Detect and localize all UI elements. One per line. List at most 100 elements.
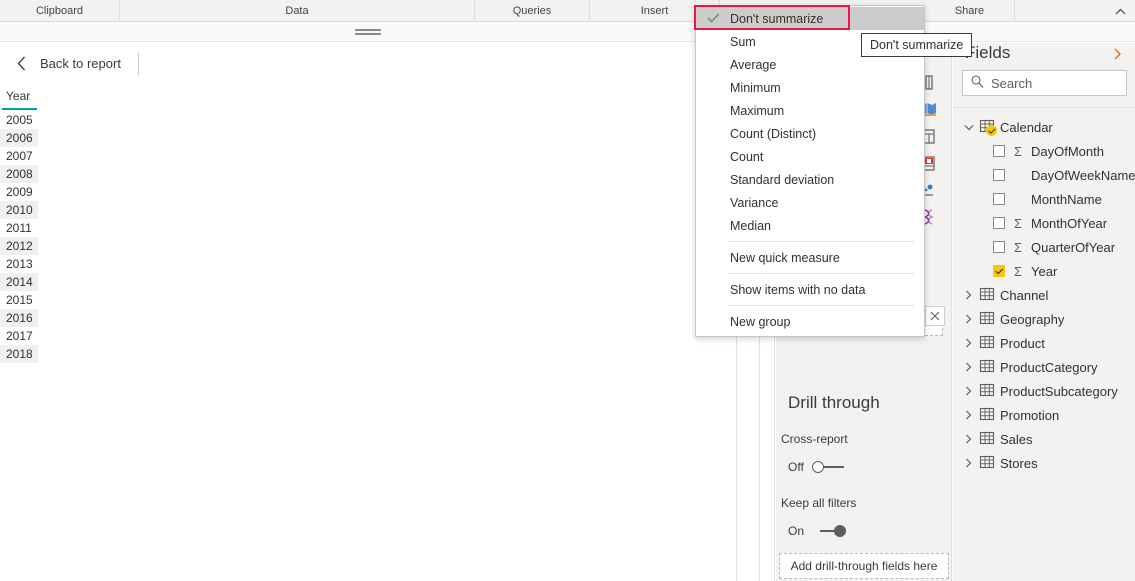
field-checkbox[interactable] <box>993 145 1005 157</box>
grid-cell-year: 2010 <box>6 201 39 219</box>
fields-table-productcategory[interactable]: ProductCategory <box>953 355 1135 379</box>
search-input[interactable]: Search <box>962 70 1127 96</box>
menu-item-maximum[interactable]: Maximum <box>696 99 924 122</box>
ribbon-group-share[interactable]: Share <box>925 0 1015 22</box>
fields-field-dayofweekname[interactable]: ΣDayOfWeekName <box>953 163 1135 187</box>
fields-table-sales[interactable]: Sales <box>953 427 1135 451</box>
chevron-up-icon[interactable] <box>1111 2 1129 20</box>
menu-item-new-group[interactable]: New group <box>696 310 924 333</box>
table-row[interactable]: 2006 <box>0 129 38 147</box>
field-checkbox[interactable] <box>993 241 1005 253</box>
toggle-switch-off[interactable] <box>812 460 846 474</box>
fields-table-calendar[interactable]: Calendar <box>953 115 1135 139</box>
menu-item-label: Sum <box>730 35 756 49</box>
ribbon-group-list: ClipboardDataQueriesInsertShare <box>0 0 1135 21</box>
ribbon-group-data[interactable]: Data <box>120 0 475 22</box>
chevron-right-icon[interactable] <box>963 314 974 325</box>
add-drill-through-fields-dropzone[interactable]: Add drill-through fields here <box>779 553 949 579</box>
table-row[interactable]: 2014 <box>0 273 38 291</box>
table-row[interactable]: 2005 <box>0 111 737 129</box>
fields-table-label: Stores <box>1000 456 1038 471</box>
chevron-right-icon[interactable] <box>963 290 974 301</box>
keep-all-filters-state-label: On <box>788 524 804 538</box>
close-icon[interactable] <box>925 306 945 326</box>
table-row[interactable]: 2018 <box>0 345 38 363</box>
fields-table-label: Channel <box>1000 288 1048 303</box>
column-header-label: Year <box>6 89 30 103</box>
menu-item-new-quick-measure[interactable]: New quick measure <box>696 246 924 269</box>
table-row[interactable]: 2011 <box>0 219 737 237</box>
fields-field-quarterofyear[interactable]: ΣQuarterOfYear <box>953 235 1135 259</box>
menu-item-label: Median <box>730 219 771 233</box>
table-icon <box>979 407 995 423</box>
chevron-right-icon[interactable] <box>1109 46 1125 62</box>
keep-all-filters-toggle[interactable]: On <box>788 524 846 538</box>
fields-table-productsubcategory[interactable]: ProductSubcategory <box>953 379 1135 403</box>
grid-cell-year: 2015 <box>6 291 39 309</box>
menu-item-count-distinct[interactable]: Count (Distinct) <box>696 122 924 145</box>
fields-table-label: ProductSubcategory <box>1000 384 1118 399</box>
menu-item-label: Standard deviation <box>730 173 834 187</box>
menu-item-label: Show items with no data <box>730 283 866 297</box>
ribbon: ClipboardDataQueriesInsertShare <box>0 0 1135 22</box>
field-checkbox-checked[interactable] <box>993 265 1005 277</box>
menu-item-don-t-summarize[interactable]: Don't summarize <box>696 7 924 30</box>
table-row[interactable]: 2015 <box>0 291 737 309</box>
grid-column-header[interactable]: Year <box>0 87 737 109</box>
chevron-right-icon[interactable] <box>963 434 974 445</box>
chevron-right-icon[interactable] <box>963 410 974 421</box>
table-row[interactable]: 2009 <box>0 183 737 201</box>
table-row[interactable]: 2008 <box>0 165 38 183</box>
chevron-right-icon[interactable] <box>963 338 974 349</box>
formula-bar-collapse-handle[interactable] <box>355 29 381 35</box>
menu-item-standard-deviation[interactable]: Standard deviation <box>696 168 924 191</box>
table-row[interactable]: 2012 <box>0 237 38 255</box>
fields-table-label: ProductCategory <box>1000 360 1098 375</box>
menu-item-label: New quick measure <box>730 251 840 265</box>
fields-field-monthofyear[interactable]: ΣMonthOfYear <box>953 211 1135 235</box>
fields-pane: Fields Search CalendarΣDayOfMonthΣDayOfW… <box>953 43 1135 581</box>
table-row[interactable]: 2016 <box>0 309 38 327</box>
ribbon-group-queries[interactable]: Queries <box>475 0 590 22</box>
fields-table-promotion[interactable]: Promotion <box>953 403 1135 427</box>
table-icon <box>979 287 995 303</box>
grid-cell-year: 2012 <box>6 237 39 255</box>
drill-through-title: Drill through <box>788 393 880 413</box>
table-row[interactable]: 2017 <box>0 327 737 345</box>
cross-report-toggle[interactable]: Off <box>788 460 846 474</box>
fields-table-stores[interactable]: Stores <box>953 451 1135 475</box>
ribbon-group-label: Data <box>285 5 308 17</box>
fields-table-channel[interactable]: Channel <box>953 283 1135 307</box>
chevron-down-icon[interactable] <box>963 122 974 133</box>
chevron-right-icon[interactable] <box>963 386 974 397</box>
ribbon-group-label: Share <box>955 5 984 17</box>
field-checkbox[interactable] <box>993 193 1005 205</box>
menu-item-label: Count <box>730 150 763 164</box>
field-checkbox[interactable] <box>993 169 1005 181</box>
menu-item-minimum[interactable]: Minimum <box>696 76 924 99</box>
menu-item-show-items-with-no-data[interactable]: Show items with no data <box>696 278 924 301</box>
table-row[interactable]: 2010 <box>0 201 38 219</box>
menu-item-median[interactable]: Median <box>696 214 924 237</box>
ribbon-group-clipboard[interactable]: Clipboard <box>0 0 120 22</box>
fields-field-year[interactable]: ΣYear <box>953 259 1135 283</box>
chevron-left-icon[interactable] <box>12 54 30 72</box>
table-row[interactable]: 2007 <box>0 147 737 165</box>
menu-item-variance[interactable]: Variance <box>696 191 924 214</box>
back-to-report-label[interactable]: Back to report <box>40 56 121 71</box>
menu-item-count[interactable]: Count <box>696 145 924 168</box>
fields-field-dayofmonth[interactable]: ΣDayOfMonth <box>953 139 1135 163</box>
chevron-right-icon[interactable] <box>963 362 974 373</box>
sigma-icon: Σ <box>1012 264 1024 279</box>
field-checkbox[interactable] <box>993 217 1005 229</box>
fields-table-product[interactable]: Product <box>953 331 1135 355</box>
fields-table-label: Sales <box>1000 432 1033 447</box>
fields-field-monthname[interactable]: ΣMonthName <box>953 187 1135 211</box>
menu-separator <box>729 305 914 306</box>
table-row[interactable]: 2013 <box>0 255 737 273</box>
chevron-right-icon[interactable] <box>963 458 974 469</box>
grid-cell-year: 2008 <box>6 165 39 183</box>
fields-table-geography[interactable]: Geography <box>953 307 1135 331</box>
toggle-switch-on[interactable] <box>812 524 846 538</box>
menu-item-label: Average <box>730 58 776 72</box>
